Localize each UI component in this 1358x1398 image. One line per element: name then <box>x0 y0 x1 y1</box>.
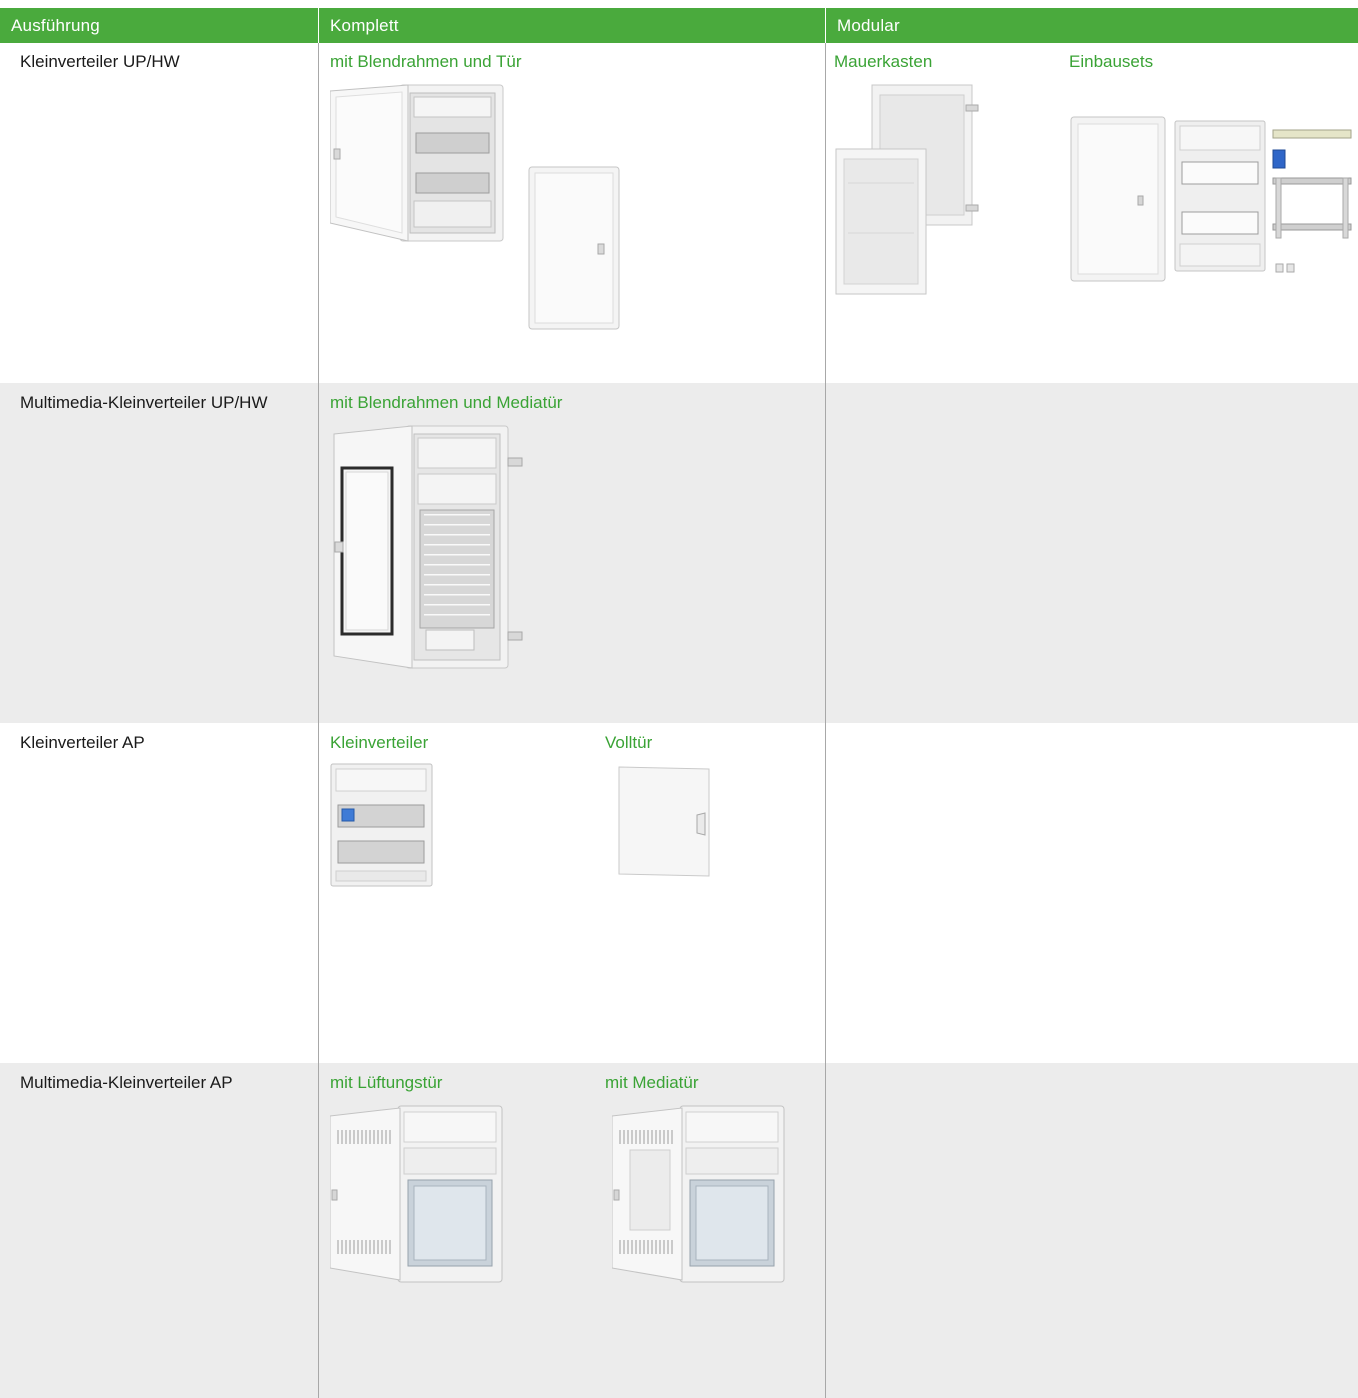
variant-label: Volltür <box>605 733 653 752</box>
variant-label: mit Lüftungstür <box>330 1073 443 1092</box>
distribution-board-open-image <box>330 83 505 243</box>
multimedia-surface-media-door-image <box>612 1104 786 1284</box>
row-label: Kleinverteiler UP/HW <box>20 52 180 71</box>
variant-label: mit Mediatür <box>605 1073 699 1092</box>
door-frame-image <box>1070 116 1166 282</box>
variant-label: Mauerkasten <box>834 52 933 71</box>
variant-label: mit Blendrahmen und Mediatür <box>330 393 563 412</box>
header-komplett: Komplett <box>330 16 399 35</box>
row-label: Multimedia-Kleinverteiler AP <box>20 1073 233 1092</box>
surface-board-image <box>330 763 433 887</box>
multimedia-surface-vent-door-image <box>330 1104 504 1284</box>
surface-door-image <box>617 765 711 878</box>
column-divider <box>825 43 826 1398</box>
mounting-kit-image <box>1270 128 1356 278</box>
table-row <box>0 383 1358 723</box>
full-door-image <box>528 166 620 330</box>
table-header: Ausführung Komplett Modular <box>0 8 1358 43</box>
header-modular: Modular <box>837 16 900 35</box>
multimedia-board-open-image <box>332 424 527 670</box>
header-ausfuehrung: Ausführung <box>11 16 100 35</box>
row-label: Multimedia-Kleinverteiler UP/HW <box>20 393 268 412</box>
variant-label: Einbausets <box>1069 52 1154 71</box>
variant-label: mit Blendrahmen und Tür <box>330 52 522 71</box>
wall-box-image <box>834 83 982 298</box>
variant-label: Kleinverteiler <box>330 733 429 752</box>
cover-plate-image <box>1174 120 1266 272</box>
column-divider <box>318 43 319 1398</box>
row-label: Kleinverteiler AP <box>20 733 145 752</box>
